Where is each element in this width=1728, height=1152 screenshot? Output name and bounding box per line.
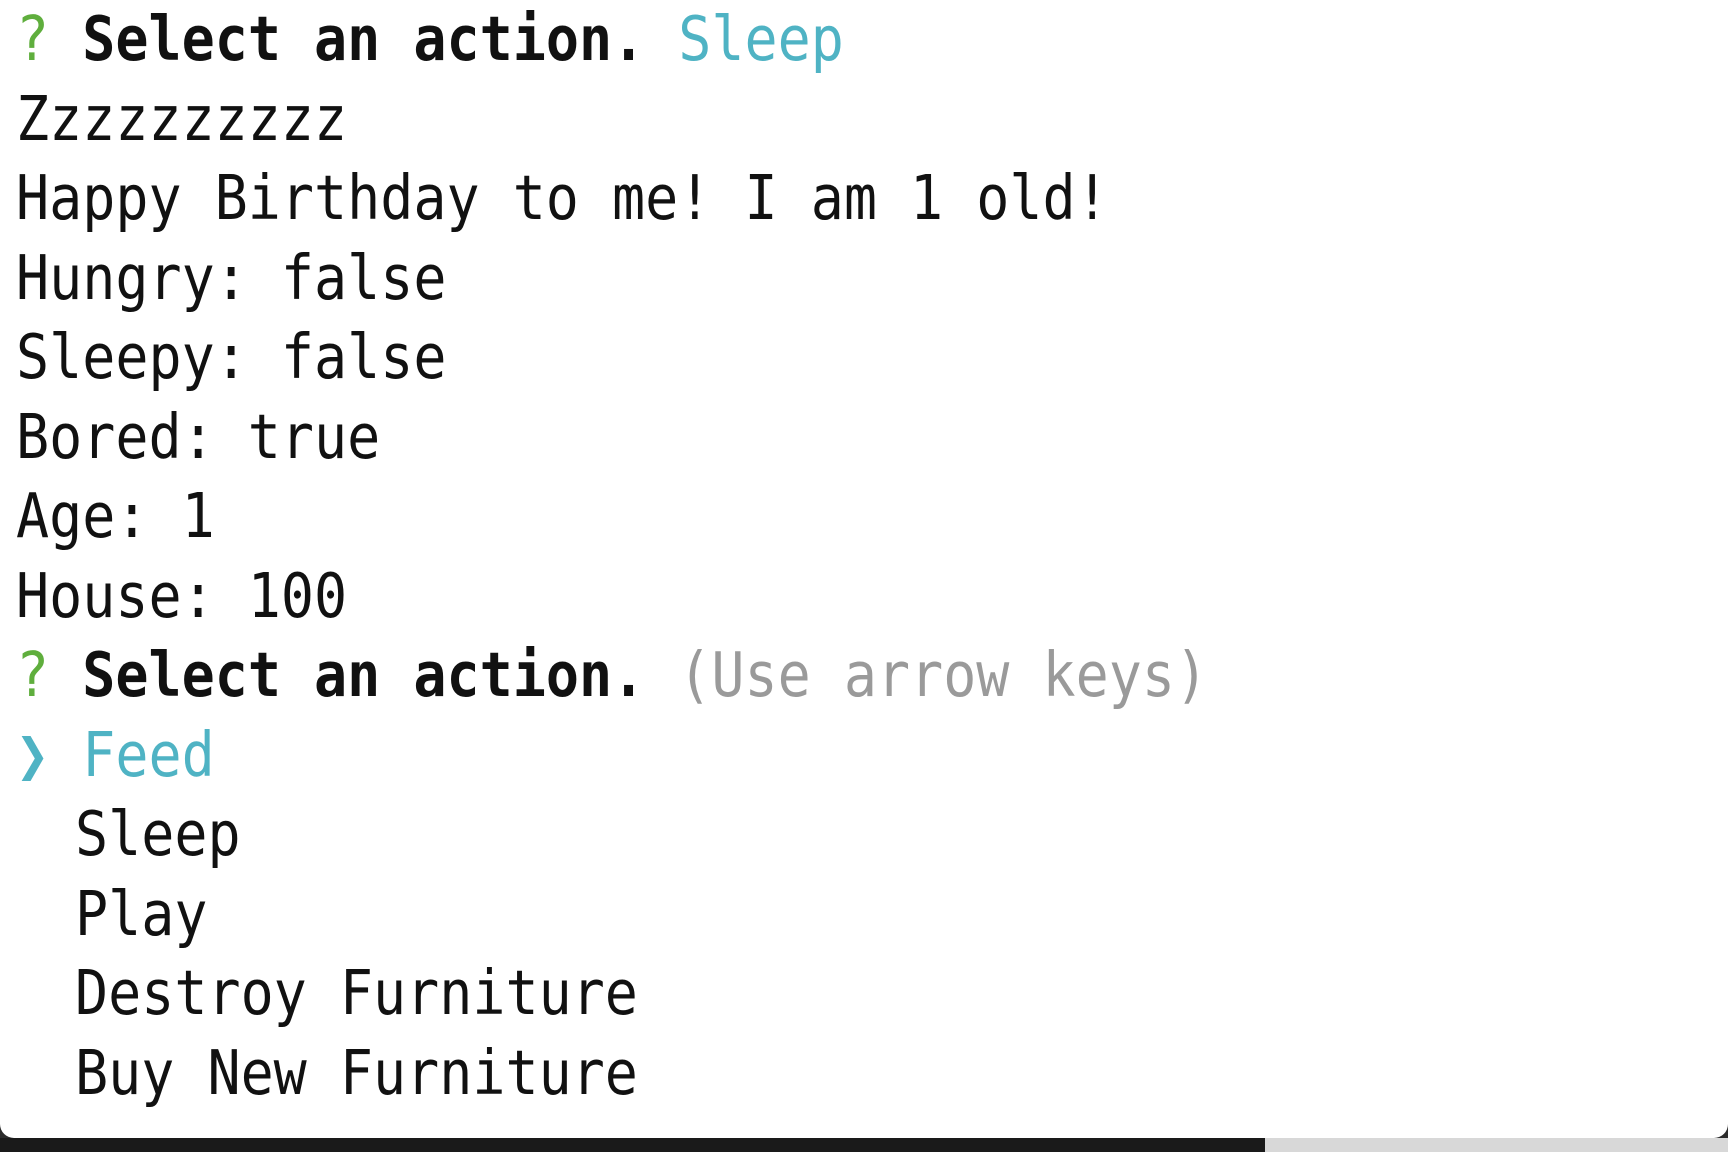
question-mark-icon: ? xyxy=(16,639,50,711)
menu-option-destroy-furniture[interactable]: Destroy Furniture xyxy=(16,949,1728,1038)
output-line: Bored: true xyxy=(16,400,381,473)
menu-option-label: Play xyxy=(75,877,208,950)
current-prompt-line: ? Select an action. (Use arrow keys) xyxy=(16,631,1728,720)
menu-option-buy-new-furniture[interactable]: Buy New Furniture xyxy=(16,1029,1728,1118)
terminal-window[interactable]: ? Select an action. Sleep Zzzzzzzzzz Hap… xyxy=(0,0,1728,1138)
bottom-edge xyxy=(0,1138,1265,1152)
bottom-edge-right xyxy=(1265,1138,1728,1152)
menu-option-feed[interactable]: ❯ Feed xyxy=(16,711,1728,800)
menu-option-sleep[interactable]: Sleep xyxy=(16,790,1728,879)
prompt-label: Select an action. xyxy=(82,3,646,75)
menu-option-label: Buy New Furniture xyxy=(75,1036,638,1109)
prompt-hint: (Use arrow keys) xyxy=(678,639,1209,711)
prompt-label: Select an action. xyxy=(82,639,646,711)
prompt-answer: Sleep xyxy=(678,3,844,75)
output-line: Happy Birthday to me! I am 1 old! xyxy=(16,162,1109,234)
output-line: Hungry: false xyxy=(16,241,447,314)
screen: ? Select an action. Sleep Zzzzzzzzzz Hap… xyxy=(0,0,1728,1152)
menu-option-play[interactable]: Play xyxy=(16,870,1728,959)
question-mark-icon: ? xyxy=(16,3,50,75)
output-line: Zzzzzzzzzz xyxy=(16,82,348,155)
previous-prompt-line: ? Select an action. Sleep xyxy=(16,0,1728,84)
menu-option-label: Feed xyxy=(82,718,215,791)
menu-option-label: Destroy Furniture xyxy=(75,957,638,1029)
output-line: Sleepy: false xyxy=(16,321,447,393)
pointer-chevron-icon: ❯ xyxy=(16,718,50,791)
menu-option-label: Sleep xyxy=(75,798,241,870)
output-line: Age: 1 xyxy=(16,480,215,552)
output-line: House: 100 xyxy=(16,559,348,632)
